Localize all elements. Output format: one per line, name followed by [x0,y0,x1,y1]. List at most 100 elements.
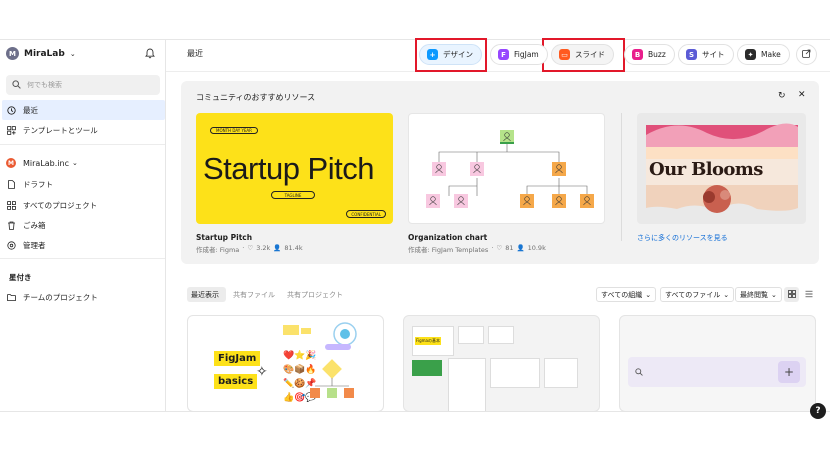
clock-icon [6,105,16,115]
trash-icon [6,220,16,230]
chevron-down-icon: ⌄ [72,159,78,167]
chip-figjam[interactable]: F FigJam [490,44,548,65]
sidebar-divider [165,39,166,411]
nav-label: チームのプロジェクト [23,292,98,302]
chevron-down-icon: ⌄ [645,290,652,299]
mini-slide [412,360,442,376]
nav-item-admin[interactable]: 管理者 [2,235,165,255]
tab-shared-files[interactable]: 共有ファイル [233,290,275,300]
nav-label: ドラフト [23,179,53,189]
nav-item-drafts[interactable]: ドラフト [2,174,165,194]
chip-label: Make [761,50,781,59]
slides-icon: ▭ [559,49,570,60]
user-count: 81.4k [284,244,303,252]
list-view-button[interactable] [801,287,816,302]
tab-recently-viewed[interactable]: 最近表示 [191,290,219,300]
separator-dot: · [491,244,494,252]
nav-item-templates[interactable]: テンプレートとツール [2,120,165,140]
chevron-down-icon: ⌄ [771,290,777,299]
refresh-icon[interactable]: ↻ [778,91,786,101]
dropdown-org[interactable]: すべての組織 ⌄ [596,287,657,302]
svg-text:❤️⭐🎉: ❤️⭐🎉 [283,349,317,361]
search-input[interactable]: 何でも検索 [6,75,160,95]
sidebar-separator [0,144,165,145]
mini-slide-title: Figmaの基本 [415,337,442,345]
nav-item-trash[interactable]: ごみ箱 [2,215,165,235]
dropdown-file-type[interactable]: すべてのファイル ⌄ [660,287,735,302]
like-count: 81 [505,244,514,252]
svg-text:🎨📦🔥: 🎨📦🔥 [283,363,317,375]
chip-design[interactable]: + デザイン [419,44,482,65]
card-title[interactable]: Startup Pitch [196,233,252,242]
figjam-title-top: FigJam [214,351,261,366]
sparkle-icon: ✧ [256,364,268,380]
file-card-figma-basics[interactable]: Figmaの基本 [403,315,600,412]
file-card-new[interactable]: + [619,315,816,412]
org-chart-thumbnail[interactable] [408,113,605,224]
heart-icon: ♡ [496,244,503,252]
mini-slide [458,326,484,344]
more-resources-link[interactable]: さらに多くのリソースを見る [637,233,728,243]
user-icon: 👤 [273,244,282,252]
nav-item-recent[interactable]: 最近 [2,100,165,120]
workspace-switcher[interactable]: M MiraLab ⌄ [6,47,76,60]
org-switcher[interactable]: M MiraLab.inc ⌄ [2,153,165,173]
card-title[interactable]: Organization chart [408,233,487,242]
community-title: コミュニティのおすすめリソース [196,93,316,102]
bell-icon[interactable] [145,48,155,59]
chip-label: FigJam [514,50,539,59]
search-icon [635,368,643,378]
card-author: 作成者: FigJam Templates [408,246,489,254]
chip-label: サイト [702,50,725,59]
chip-slides[interactable]: ▭ スライド [551,44,614,65]
chip-label: Buzz [648,50,666,59]
chip-make[interactable]: ✦ Make [737,44,790,65]
help-button[interactable]: ? [810,403,826,419]
our-blooms-thumbnail[interactable]: Our Blooms [637,113,806,224]
import-button[interactable] [796,44,817,65]
nav-item-team-project[interactable]: チームのプロジェクト [2,287,165,307]
starred-heading: 星付き [9,273,32,282]
make-icon: ✦ [745,49,756,60]
card-author: 作成者: Figma [196,246,240,254]
search-icon [12,79,21,91]
file-card-figjam-basics[interactable]: FigJam basics ✧ ❤️⭐🎉 🎨📦🔥 ✏️🍪📌 👍🎯💬 [187,315,384,412]
user-icon: 👤 [516,244,525,252]
nav-item-all-projects[interactable]: すべてのプロジェクト [2,195,165,215]
figjam-icon: F [498,49,509,60]
admin-icon [6,240,16,250]
figjam-stickers: ❤️⭐🎉 🎨📦🔥 ✏️🍪📌 👍🎯💬 [283,322,357,403]
templates-icon [6,125,16,135]
grid-view-icon [787,289,796,300]
page-title: 最近 [187,49,203,58]
nav-label: テンプレートとツール [23,125,98,135]
chevron-down-icon: ⌄ [69,49,76,58]
plus-button[interactable]: + [778,361,800,383]
sites-icon: S [686,49,697,60]
sidebar-separator [0,258,165,259]
chip-buzz[interactable]: B Buzz [624,44,675,65]
card-meta: 作成者: FigJam Templates · ♡ 81 👤 10.9k [408,244,546,254]
nav-label: すべてのプロジェクト [23,200,98,210]
tab-shared-projects[interactable]: 共有プロジェクト [287,290,343,300]
dropdown-label: すべてのファイル [665,290,721,299]
import-icon [802,49,811,60]
svg-text:✏️🍪📌: ✏️🍪📌 [283,377,317,389]
search-placeholder: 何でも検索 [27,81,62,89]
mini-slide [488,326,514,344]
startup-pitch-thumbnail[interactable]: MONTH DAY YEAR Startup Pitch TAGLINE CON… [196,113,393,224]
nav-label: ごみ箱 [23,220,46,230]
panel-divider [621,113,622,241]
dropdown-label: 最終閲覧 [740,290,768,299]
card-meta: 作成者: Figma · ♡ 3.2k 👤 81.4k [196,244,303,254]
date-pill: MONTH DAY YEAR [210,127,258,134]
tagline-pill: TAGLINE [271,191,315,199]
heart-icon: ♡ [247,244,254,252]
grid-view-button[interactable] [784,287,799,302]
workspace-avatar: M [6,47,19,60]
dropdown-sort[interactable]: 最終閲覧 ⌄ [735,287,782,302]
close-icon[interactable]: ✕ [798,90,806,100]
blooms-heading: Our Blooms [649,159,763,180]
org-avatar: M [6,158,16,168]
chip-sites[interactable]: S サイト [678,44,734,65]
